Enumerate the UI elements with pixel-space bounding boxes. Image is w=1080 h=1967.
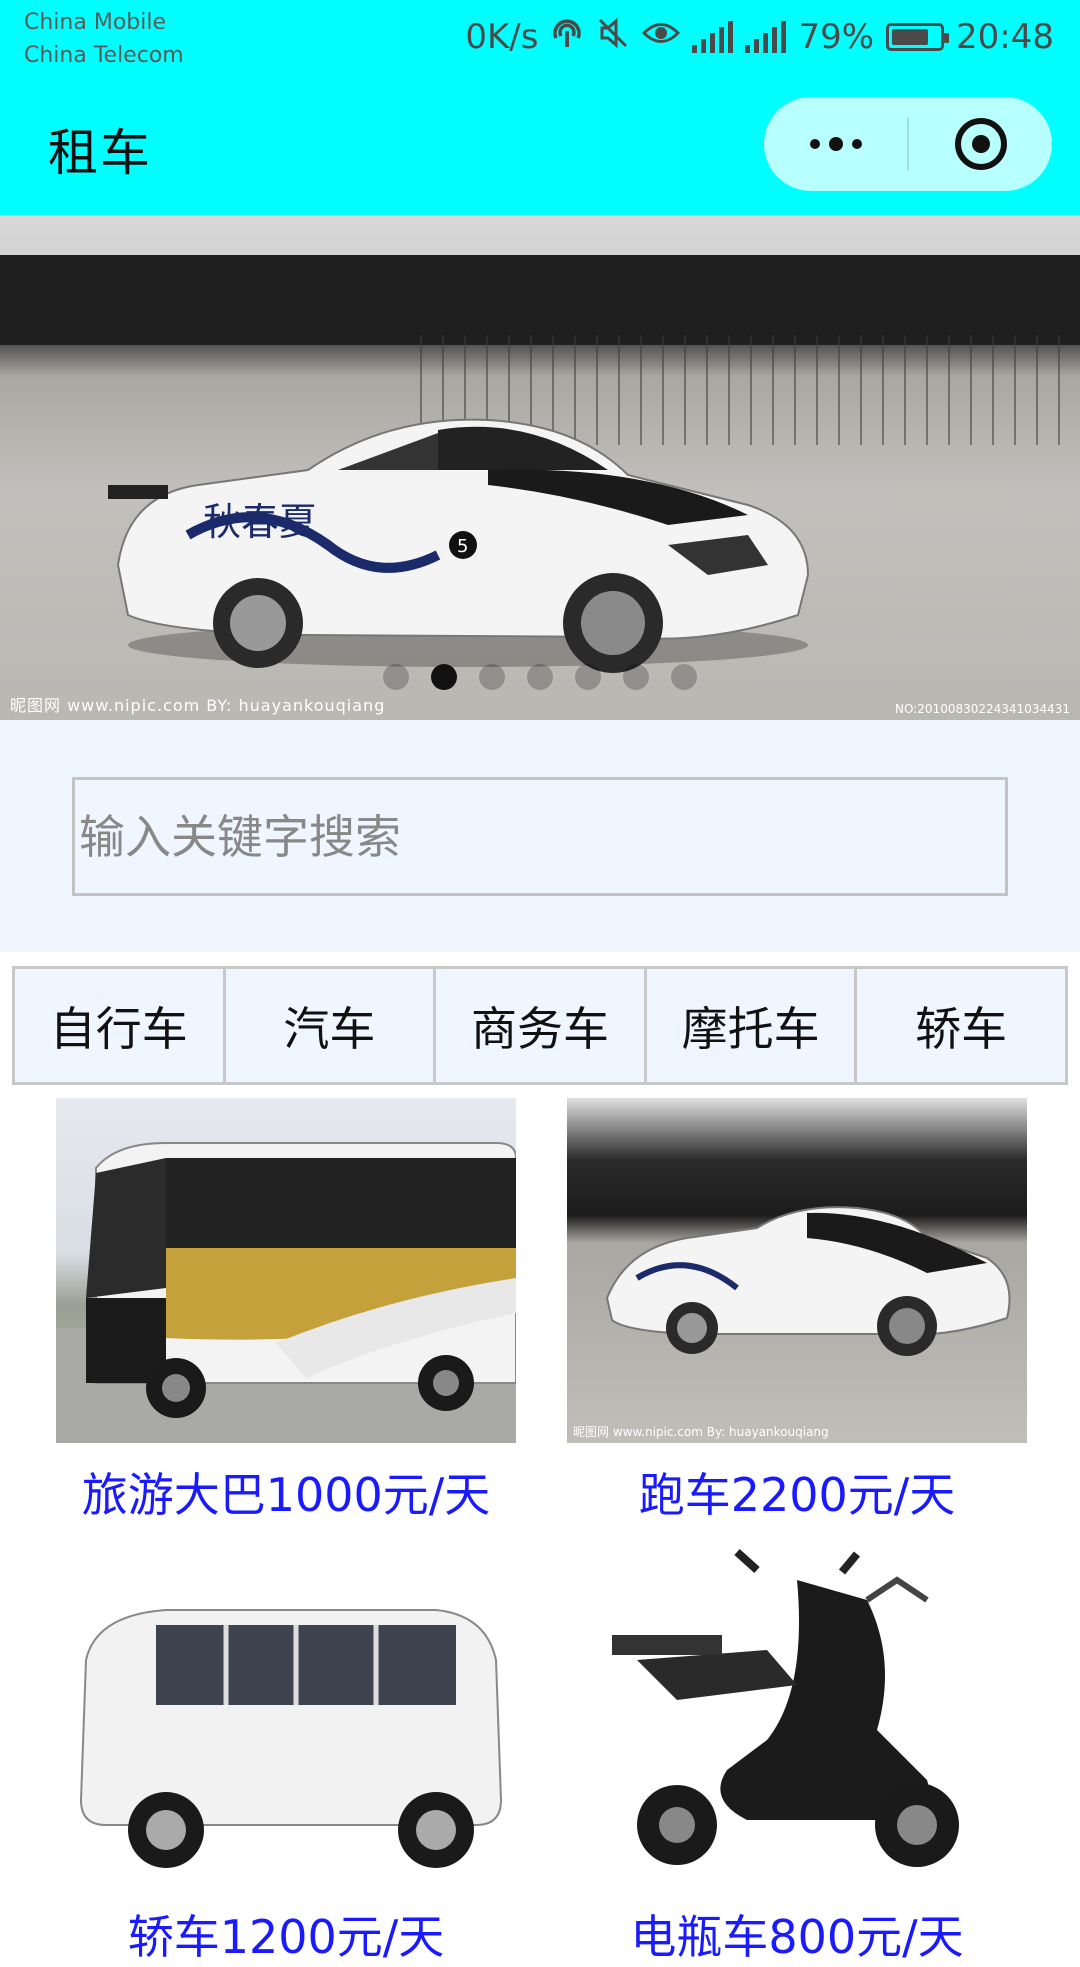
product-card-scooter[interactable]: 电瓶车800元/天 [567,1540,1027,1967]
carousel-dot[interactable] [671,664,697,690]
tab-car[interactable]: 汽车 [226,969,437,1082]
sports-car-thumbnail: 昵图网 www.nipic.com By: huayankouqiang [567,1098,1027,1443]
target-circle-icon[interactable] [909,97,1052,191]
thumbnail-watermark: 昵图网 www.nipic.com By: huayankouqiang [573,1425,829,1439]
banner-watermark: 昵图网 www.nipic.com BY: huayankouqiang [10,696,386,715]
tab-business-car[interactable]: 商务车 [436,969,647,1082]
product-card-sedan[interactable]: 轿车1200元/天 [56,1540,516,1967]
black-scooter-image [567,1540,1027,1885]
decal-badge: 5 [457,536,468,557]
battery-icon [886,23,950,51]
tab-motorcycle[interactable]: 摩托车 [647,969,858,1082]
battery-percent: 79% [798,17,875,57]
clock: 20:48 [956,17,1054,57]
banner-building [0,255,1080,345]
mini-program-capsule [764,97,1052,191]
carousel-dot[interactable] [623,664,649,690]
white-limousine-image [56,1540,516,1885]
banner-watermark-id: NO:20100830224341034431 [895,702,1070,716]
carousel-indicators [0,664,1080,690]
eye-icon [642,17,681,57]
decal-text: 秋春夏 [203,500,317,544]
sports-car-image: 秋春夏 5 [108,418,810,673]
carrier-1: China Mobile [24,10,167,35]
product-caption[interactable]: 轿车1200元/天 [56,1901,516,1967]
hotspot-icon [550,16,584,59]
product-caption[interactable]: 跑车2200元/天 [567,1459,1027,1525]
banner-carousel[interactable]: 秋春夏 5 昵图网 www.nipic.com BY: huayankouqia… [0,215,1080,720]
top-bar: China Mobile China Telecom 0K/s 79% 20:4… [0,0,1080,215]
tab-sedan[interactable]: 轿车 [857,969,1065,1082]
product-caption[interactable]: 旅游大巴1000元/天 [56,1459,516,1525]
more-dots-icon[interactable] [764,97,907,191]
category-tabs: 自行车 汽车 商务车 摩托车 轿车 [12,966,1068,1085]
product-card-tour-bus[interactable]: 旅游大巴1000元/天 [56,1098,516,1525]
carousel-dot[interactable] [383,664,409,690]
product-card-sports-car[interactable]: 昵图网 www.nipic.com By: huayankouqiang 跑车2… [567,1098,1027,1525]
status-icons: 0K/s 79% 20:48 [465,12,1054,62]
net-speed: 0K/s [465,17,539,57]
search-area [0,720,1080,952]
product-caption[interactable]: 电瓶车800元/天 [567,1901,1027,1967]
carrier-info: China Mobile China Telecom [24,6,184,72]
mute-icon [596,16,630,59]
tab-bicycle[interactable]: 自行车 [15,969,226,1082]
tour-bus-image [56,1098,516,1443]
carousel-dot[interactable] [479,664,505,690]
carousel-dot[interactable] [431,664,457,690]
search-input[interactable] [72,777,1008,896]
carousel-dot[interactable] [527,664,553,690]
signal-4g-icon [745,21,787,53]
signal-2g-icon [692,21,734,53]
carrier-2: China Telecom [24,43,184,68]
page-title: 租车 [48,124,152,182]
carousel-dot[interactable] [575,664,601,690]
